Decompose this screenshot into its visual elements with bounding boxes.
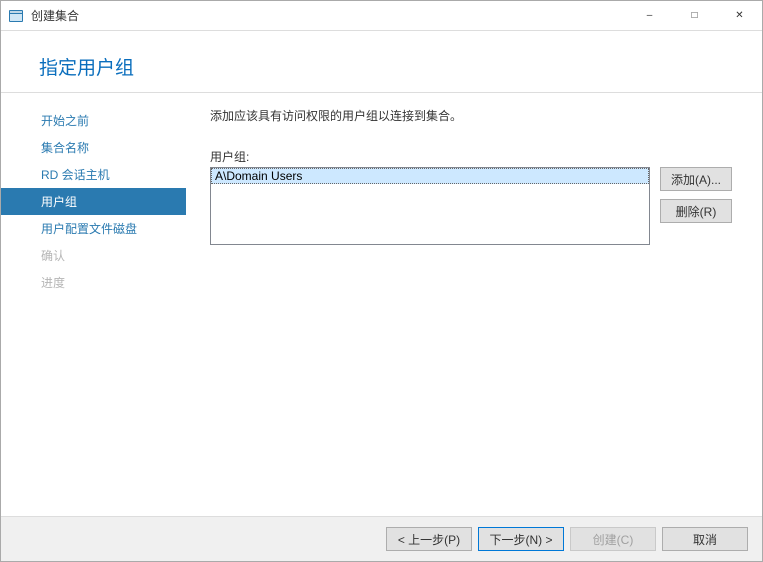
sidebar-item-4[interactable]: 用户配置文件磁盘 xyxy=(1,215,186,242)
sidebar-item-6: 进度 xyxy=(1,269,186,296)
user-groups-listbox[interactable]: A\Domain Users xyxy=(210,167,650,245)
list-item[interactable]: A\Domain Users xyxy=(211,168,649,184)
titlebar: 创建集合 – □ ✕ xyxy=(1,1,762,31)
page-title: 指定用户组 xyxy=(1,31,762,93)
user-groups-label: 用户组: xyxy=(210,148,744,165)
close-button[interactable]: ✕ xyxy=(717,1,762,30)
main-panel: 添加应该具有访问权限的用户组以连接到集合。 用户组: A\Domain User… xyxy=(186,93,762,516)
create-button: 创建(C) xyxy=(570,527,656,551)
next-button[interactable]: 下一步(N) > xyxy=(478,527,564,551)
list-buttons: 添加(A)... 删除(R) xyxy=(660,167,732,223)
sidebar-item-5: 确认 xyxy=(1,242,186,269)
window-title: 创建集合 xyxy=(31,7,627,24)
wizard-footer: < 上一步(P) 下一步(N) > 创建(C) 取消 xyxy=(1,516,762,561)
sidebar-item-3[interactable]: 用户组 xyxy=(1,188,186,215)
sidebar-item-2[interactable]: RD 会话主机 xyxy=(1,161,186,188)
sidebar-item-1[interactable]: 集合名称 xyxy=(1,134,186,161)
window-controls: – □ ✕ xyxy=(627,1,762,30)
remove-button[interactable]: 删除(R) xyxy=(660,199,732,223)
add-button[interactable]: 添加(A)... xyxy=(660,167,732,191)
sidebar-item-0[interactable]: 开始之前 xyxy=(1,107,186,134)
content-area: 开始之前集合名称RD 会话主机用户组用户配置文件磁盘确认进度 添加应该具有访问权… xyxy=(1,93,762,516)
instruction-text: 添加应该具有访问权限的用户组以连接到集合。 xyxy=(210,107,744,124)
maximize-button[interactable]: □ xyxy=(672,1,717,30)
minimize-button[interactable]: – xyxy=(627,1,672,30)
previous-button[interactable]: < 上一步(P) xyxy=(386,527,472,551)
wizard-sidebar: 开始之前集合名称RD 会话主机用户组用户配置文件磁盘确认进度 xyxy=(1,93,186,516)
app-icon xyxy=(9,8,25,24)
cancel-button[interactable]: 取消 xyxy=(662,527,748,551)
wizard-window: 创建集合 – □ ✕ 指定用户组 开始之前集合名称RD 会话主机用户组用户配置文… xyxy=(0,0,763,562)
